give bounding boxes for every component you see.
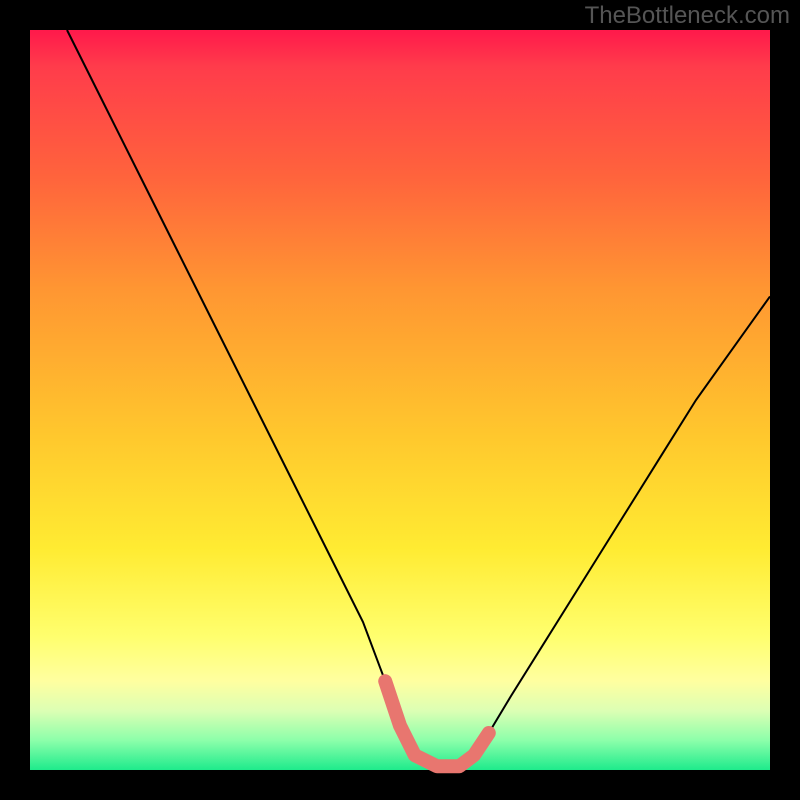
watermark-text: TheBottleneck.com — [585, 2, 790, 30]
chart-frame: TheBottleneck.com — [0, 0, 800, 800]
optimal-range-highlight — [385, 681, 489, 766]
chart-svg — [30, 30, 770, 770]
bottleneck-curve — [67, 30, 770, 766]
